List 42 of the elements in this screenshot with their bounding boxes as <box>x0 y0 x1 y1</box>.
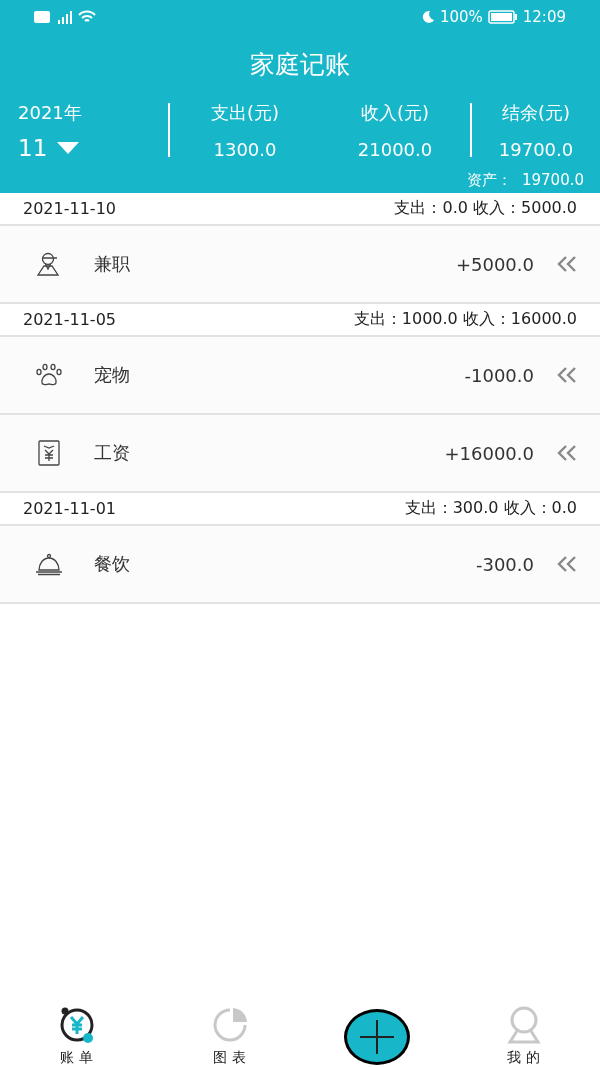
assets-label: 资产： <box>466 171 512 190</box>
summary-value: 21000.0 <box>357 139 433 160</box>
double-chevron-icon <box>556 555 578 573</box>
amount: -1000.0 <box>464 364 534 386</box>
category-name: 餐饮 <box>94 552 130 576</box>
day-totals: 支出：0.0 收入：5000.0 <box>394 198 577 219</box>
summary-value: 1300.0 <box>213 139 277 160</box>
double-chevron-icon <box>556 366 578 384</box>
summary-value: 19700.0 <box>498 139 574 160</box>
day-date: 2021-11-01 <box>23 499 116 518</box>
app-title: 家庭记账 <box>249 49 351 81</box>
amount: +5000.0 <box>455 253 534 275</box>
category-name: 工资 <box>94 441 130 465</box>
category-name: 宠物 <box>94 363 130 387</box>
battery-percent: 100% <box>439 7 483 26</box>
wifi-icon <box>78 9 96 24</box>
summary-label: 支出(元) <box>210 101 279 125</box>
day-totals: 支出：1000.0 收入：16000.0 <box>353 309 577 330</box>
moon-icon <box>420 9 435 24</box>
caret-down-icon <box>57 142 80 154</box>
transaction-row[interactable]: 兼职 +5000.0 <box>0 226 600 304</box>
amount: -300.0 <box>475 553 534 575</box>
nav-tab[interactable]: 账 单 <box>0 995 153 1067</box>
summary-label: 结余(元) <box>501 101 570 125</box>
day-date: 2021-11-05 <box>23 310 116 329</box>
battery-icon <box>487 9 518 24</box>
amount: +16000.0 <box>444 442 534 464</box>
transaction-row[interactable]: 工资 +16000.0 <box>0 415 600 493</box>
nav-tab[interactable]: 图 表 <box>153 995 306 1067</box>
double-chevron-icon <box>556 444 578 462</box>
nav-tab[interactable]: 我 的 <box>447 995 600 1067</box>
day-totals: 支出：300.0 收入：0.0 <box>404 498 577 519</box>
year-label: 2021年 <box>18 101 83 125</box>
clock-time: 12:09 <box>522 7 566 26</box>
double-chevron-icon <box>556 255 578 273</box>
day-date: 2021-11-10 <box>23 199 116 218</box>
category-name: 兼职 <box>94 252 130 276</box>
transaction-row[interactable]: 餐饮 -300.0 <box>0 526 600 604</box>
transaction-row[interactable]: 宠物 -1000.0 <box>0 337 600 415</box>
summary-label: 收入(元) <box>360 101 429 125</box>
hd-icon <box>34 10 50 23</box>
assets-value: 19700.0 <box>521 171 584 190</box>
